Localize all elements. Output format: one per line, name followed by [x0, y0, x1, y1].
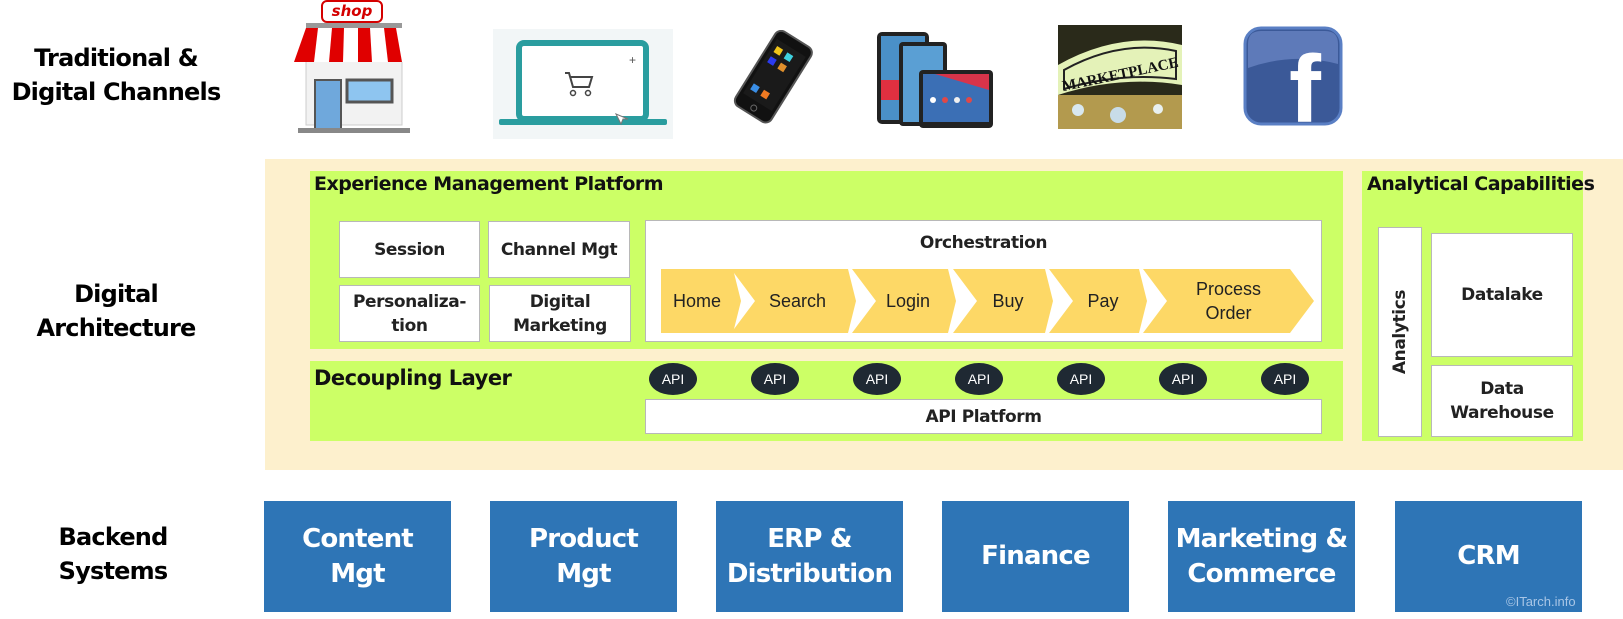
- step-home: Home: [661, 269, 741, 333]
- laptop-cart-icon: +: [493, 29, 673, 139]
- orchestration-flow: Home Search Login Buy Pay Process Order: [661, 269, 1314, 333]
- api-node: API: [751, 363, 799, 395]
- step-label: Search: [768, 291, 827, 311]
- facebook-glyph: f: [1289, 36, 1322, 126]
- row-label-line: Digital Channels: [11, 78, 222, 106]
- marketplace-icon: MARKETPLACE: [1058, 25, 1182, 129]
- shop-sign-text: shop: [332, 2, 373, 20]
- shop-icon: shop: [292, 0, 416, 133]
- personalization-label: Personaliza- tion: [352, 291, 467, 336]
- backend-label: Product Mgt: [528, 523, 639, 589]
- row-label-backend: Backend Systems: [0, 520, 226, 588]
- smartphone-icon: [722, 29, 822, 124]
- api-node: API: [1057, 363, 1105, 395]
- data-warehouse-box: Data Warehouse: [1431, 365, 1573, 437]
- backend-label: ERP & Distribution: [726, 523, 893, 589]
- row-label-line: Systems: [58, 557, 168, 585]
- backend-label: Finance: [981, 541, 1090, 571]
- row-label-line: Backend: [58, 523, 169, 551]
- row-label-line: Digital: [74, 280, 159, 308]
- api-node: API: [955, 363, 1003, 395]
- backend-label: CRM: [1457, 541, 1520, 571]
- copyright-notice: ©ITarch.info: [1506, 594, 1576, 609]
- api-platform-box: API Platform: [645, 399, 1322, 434]
- facebook-icon[interactable]: f: [1243, 26, 1343, 143]
- api-node: API: [1159, 363, 1207, 395]
- orchestration-title: Orchestration: [919, 233, 1048, 253]
- step-label: Home: [672, 291, 721, 311]
- session-box: Session: [339, 221, 480, 278]
- backend-product-mgt: Product Mgt: [490, 501, 677, 612]
- digital-marketing-box: Digital Marketing: [489, 285, 631, 342]
- row-label-line: Traditional &: [34, 44, 199, 72]
- row-label-line: Architecture: [36, 314, 197, 342]
- data-warehouse-label: Data Warehouse: [1450, 379, 1554, 423]
- analytics-label: Analytics: [1390, 289, 1411, 375]
- experience-platform-title: Experience Management Platform: [314, 173, 664, 195]
- backend-label: Marketing & Commerce: [1175, 523, 1349, 589]
- step-buy: Buy: [953, 269, 1053, 333]
- step-label: Pay: [1087, 291, 1119, 311]
- step-login: Login: [852, 269, 956, 333]
- step-pay: Pay: [1049, 269, 1147, 333]
- channel-mgt-box: Channel Mgt: [488, 221, 630, 278]
- analytics-box: Analytics: [1378, 227, 1422, 437]
- svg-text:+: +: [629, 53, 636, 67]
- backend-finance: Finance: [942, 501, 1129, 612]
- api-node: API: [1261, 363, 1309, 395]
- backend-marketing-commerce: Marketing & Commerce: [1168, 501, 1355, 612]
- step-label: Process Order: [1195, 279, 1262, 323]
- step-label: Login: [885, 291, 931, 311]
- api-node: API: [853, 363, 901, 395]
- analytical-capabilities-title: Analytical Capabilities: [1367, 173, 1595, 195]
- step-process-order: Process Order: [1143, 269, 1314, 333]
- backend-erp-distribution: ERP & Distribution: [716, 501, 903, 612]
- tablets-icon: [875, 30, 995, 130]
- backend-content-mgt: Content Mgt: [264, 501, 451, 612]
- step-label: Buy: [992, 291, 1024, 311]
- row-label-architecture: Digital Architecture: [0, 277, 232, 345]
- personalization-box: Personaliza- tion: [339, 285, 480, 342]
- row-label-channels: Traditional & Digital Channels: [0, 41, 232, 109]
- step-search: Search: [731, 269, 856, 333]
- api-node: API: [649, 363, 697, 395]
- backend-label: Content Mgt: [302, 523, 414, 589]
- digital-marketing-label: Digital Marketing: [513, 291, 607, 336]
- datalake-box: Datalake: [1431, 233, 1573, 357]
- decoupling-layer-title: Decoupling Layer: [314, 366, 512, 390]
